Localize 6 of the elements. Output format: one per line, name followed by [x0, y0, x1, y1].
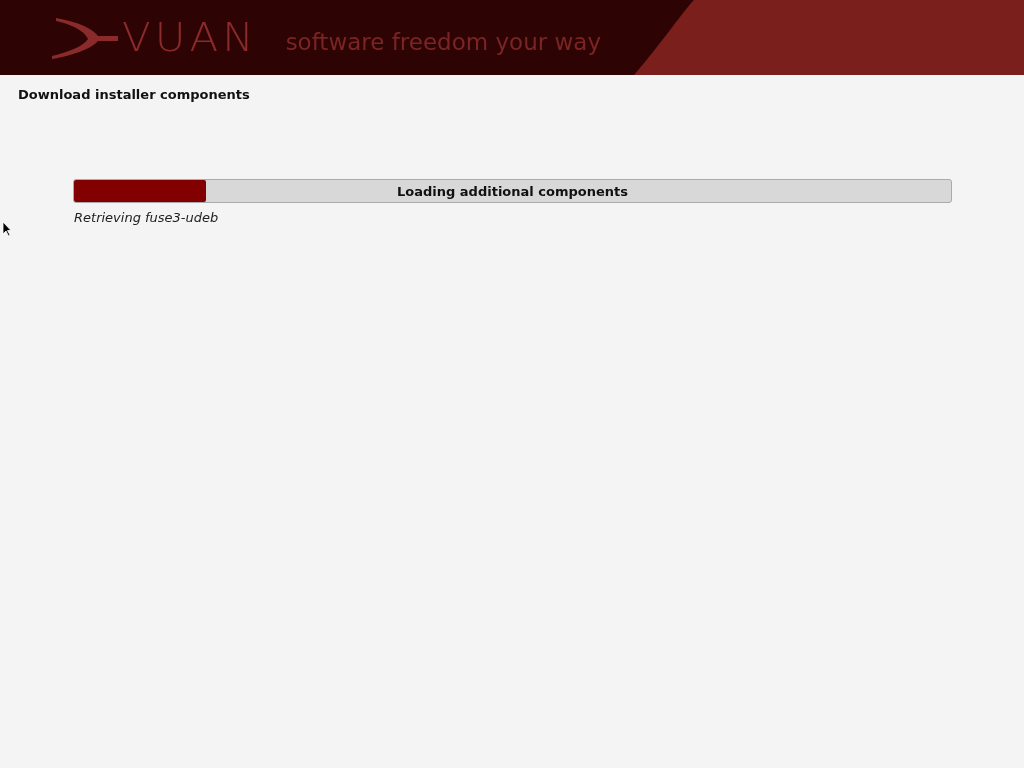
logo-wordmark: VUAN — [122, 16, 258, 59]
progress-label: Loading additional components — [397, 183, 628, 199]
page-title: Download installer components — [18, 87, 251, 102]
mouse-pointer-icon — [2, 221, 12, 237]
tagline: software freedom your way — [285, 28, 601, 55]
status-text: Retrieving fuse3-udeb — [74, 210, 220, 225]
